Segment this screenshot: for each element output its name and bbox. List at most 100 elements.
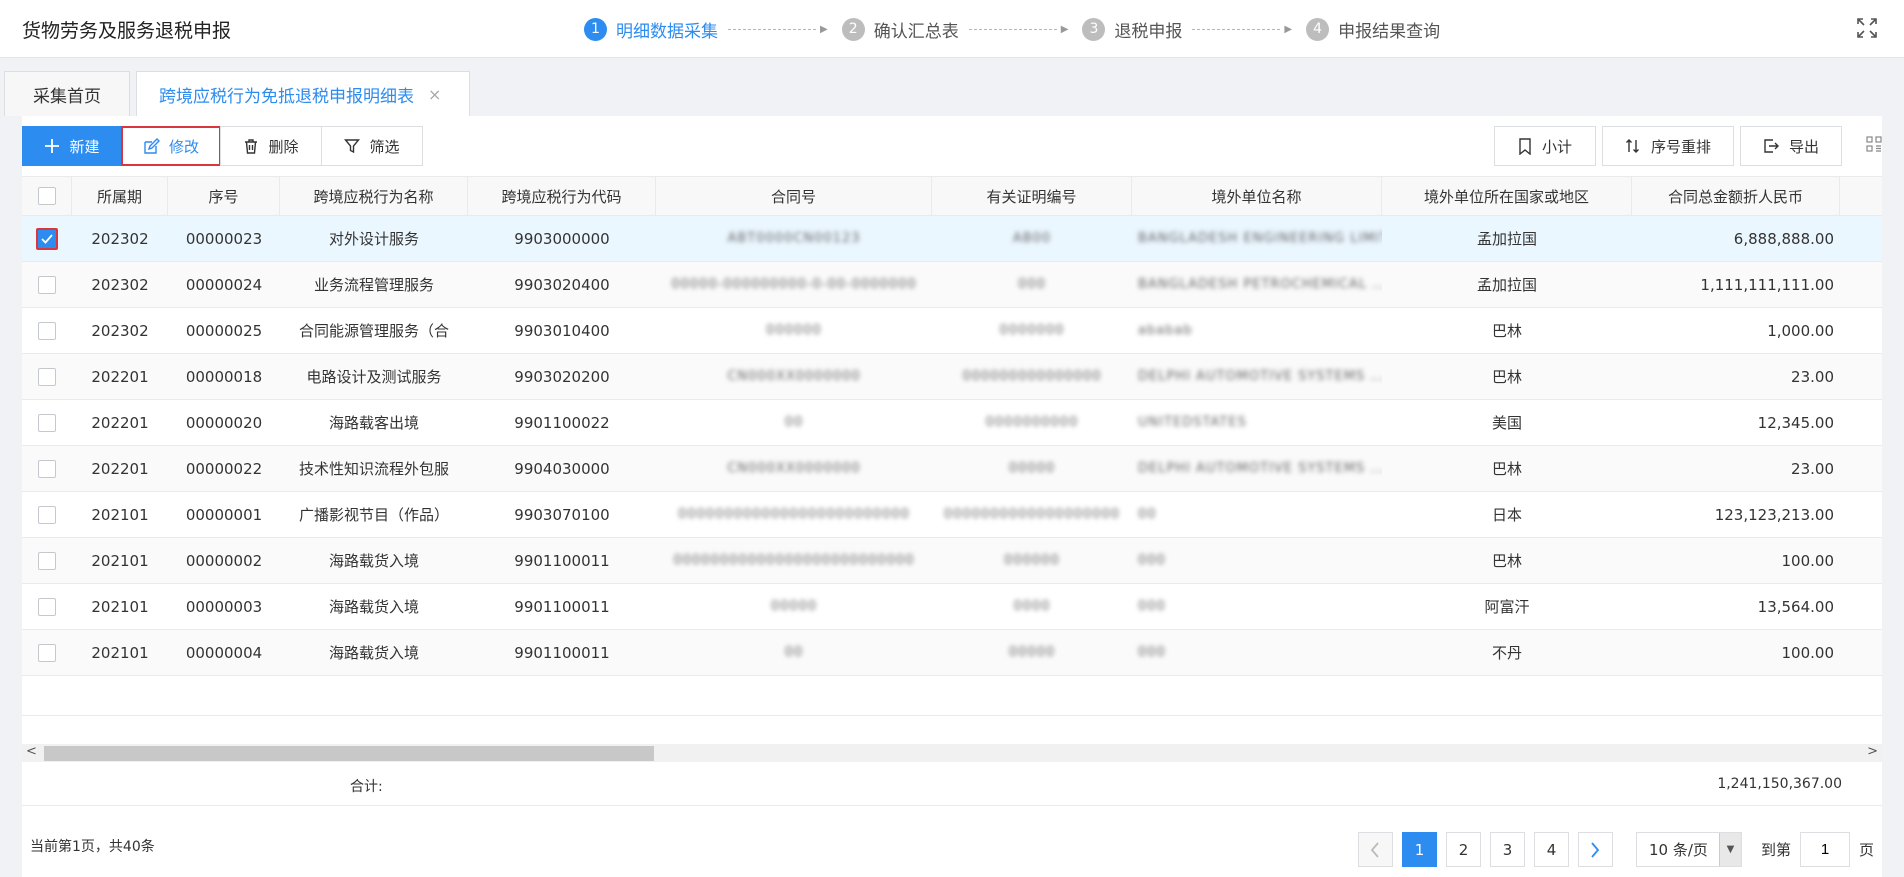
table-empty-space (22, 676, 1882, 716)
table-row[interactable]: 202302 00000023 对外设计服务 9903000000 ABT0000CN0… (22, 216, 1882, 262)
cell-text: 00 (784, 645, 804, 660)
cell-seq: 00000001 (168, 492, 280, 537)
row-checkbox[interactable] (38, 367, 56, 386)
cell-seq: 00000025 (168, 308, 280, 353)
row-checkbox[interactable] (38, 643, 56, 662)
column-header[interactable]: 所属期 (72, 177, 168, 215)
cell-seq: 00000002 (168, 538, 280, 583)
plus-icon (45, 139, 60, 153)
column-header[interactable]: 序号 (168, 177, 280, 215)
cell-text: 合同能源管理服务（合 (298, 322, 449, 340)
step-3[interactable]: 3 退税申报 (1082, 17, 1182, 42)
cell-text: BANGLADESH ENGINEERING LIMITED ... (1138, 231, 1382, 246)
page-2-button[interactable]: 2 (1445, 832, 1481, 867)
column-header[interactable]: 跨境应税行为代码 (468, 177, 656, 215)
cell-name: 电路设计及测试服务 (280, 354, 468, 399)
reorder-button[interactable]: 序号重排 (1602, 126, 1734, 166)
step-arrow-icon: ▶ (1060, 23, 1069, 35)
horizontal-scrollbar[interactable]: < > (22, 744, 1882, 762)
cell-text: 0000 (1013, 599, 1051, 614)
subtotal-button[interactable]: 小计 (1494, 126, 1596, 166)
row-checkbox[interactable] (38, 459, 56, 478)
table-header: 所属期 序号 跨境应税行为名称 跨境应税行为代码 合同号 有关证明编号 境外单位… (22, 176, 1882, 216)
row-select-cell (22, 492, 72, 537)
column-settings-icon[interactable] (1866, 136, 1882, 152)
cell-text: 13,564.00 (1757, 597, 1834, 616)
scroll-left-icon[interactable]: < (26, 744, 37, 759)
step-2[interactable]: 2 确认汇总表 (841, 17, 959, 42)
column-header[interactable]: 跨境应税行为名称 (280, 177, 468, 215)
close-icon[interactable]: × (428, 85, 441, 104)
page-4-button[interactable]: 4 (1533, 832, 1569, 867)
cell-contract: 00000-000000000-0-00-0000000 (656, 262, 932, 307)
cell-text: 202101 (91, 505, 149, 524)
page-size-select[interactable]: 10 条/页 ▼ (1635, 832, 1742, 867)
delete-button[interactable]: 删除 (220, 126, 322, 166)
export-button[interactable]: 导出 (1740, 126, 1842, 166)
step-4[interactable]: 4 申报结果查询 (1306, 17, 1440, 42)
column-header[interactable]: 合同号 (656, 177, 932, 215)
cell-cert: 00000 (932, 446, 1132, 491)
table-row[interactable]: 202101 00000004 海路载货入境 9901100011 00 00000 000… (22, 630, 1882, 676)
cell-entity: DELPHI AUTOMOTIVE SYSTEMS ... (1132, 354, 1382, 399)
table-row[interactable]: 202302 00000025 合同能源管理服务（合 9903010400 000000… (22, 308, 1882, 354)
page-3-button[interactable]: 3 (1489, 832, 1525, 867)
cell-entity: DELPHI AUTOMOTIVE SYSTEMS ... (1132, 446, 1382, 491)
table-row[interactable]: 202201 00000022 技术性知识流程外包服 9904030000 CN000X… (22, 446, 1882, 492)
cell-text: 日本 (1491, 506, 1522, 524)
cell-text: 23.00 (1791, 459, 1834, 478)
step-connector (968, 28, 1057, 30)
row-checkbox[interactable] (38, 413, 56, 432)
row-checkbox[interactable] (38, 321, 56, 340)
tab-collect-home[interactable]: 采集首页 (4, 71, 130, 116)
filter-button[interactable]: 筛选 (321, 126, 423, 166)
next-page-button[interactable] (1577, 832, 1613, 867)
cell-text: 9901100011 (514, 551, 610, 570)
row-select-cell (22, 308, 72, 353)
table-body: 202302 00000023 对外设计服务 9903000000 ABT0000CN0… (22, 216, 1882, 676)
cell-text: 9903020400 (514, 275, 610, 294)
scrollbar-thumb[interactable] (44, 746, 654, 761)
cell-code: 9901100011 (468, 584, 656, 629)
table-row[interactable]: 202201 00000020 海路载客出境 9901100022 00 00000000… (22, 400, 1882, 446)
column-header[interactable]: 合同总金额折人民币 (1632, 177, 1840, 215)
cell-country: 巴林 (1382, 538, 1632, 583)
table-row[interactable]: 202201 00000018 电路设计及测试服务 9903020200 CN000XX… (22, 354, 1882, 400)
goto-suffix: 页 (1858, 841, 1874, 859)
cell-period: 202302 (72, 216, 168, 261)
prev-page-button[interactable] (1357, 832, 1393, 867)
table-row[interactable]: 202101 00000001 广播影视节目（作品） 9903070100 000000… (22, 492, 1882, 538)
row-checkbox[interactable] (38, 505, 56, 524)
trash-icon (245, 139, 258, 154)
cell-text: 000000000000000 (962, 369, 1102, 384)
step-1[interactable]: 1 明细数据采集 (584, 17, 718, 42)
table-row[interactable]: 202101 00000003 海路载货入境 9901100011 00000 0000 0… (22, 584, 1882, 630)
tab-label: 采集首页 (33, 86, 101, 107)
table-row[interactable]: 202302 00000024 业务流程管理服务 9903020400 00000-00… (22, 262, 1882, 308)
cell-text: 202201 (91, 413, 149, 432)
row-checkbox[interactable] (38, 597, 56, 616)
column-header[interactable]: 境外单位所在国家或地区 (1382, 177, 1632, 215)
summary-label: 合计: (350, 779, 383, 795)
scroll-right-icon[interactable]: > (1867, 744, 1878, 759)
select-all-checkbox[interactable] (37, 187, 56, 205)
step-label: 明细数据采集 (616, 21, 718, 42)
cell-amount: 12,345.00 (1632, 400, 1840, 445)
tab-cross-border-detail[interactable]: 跨境应税行为免抵退税申报明细表 × (136, 71, 470, 117)
goto-page-input[interactable] (1799, 832, 1850, 867)
row-checkbox[interactable] (38, 551, 56, 570)
table-row[interactable]: 202101 00000002 海路载货入境 9901100011 0000000000… (22, 538, 1882, 584)
cell-country: 孟加拉国 (1382, 262, 1632, 307)
row-checkbox[interactable] (38, 275, 56, 294)
cell-text: 1,111,111,111.00 (1700, 275, 1834, 294)
column-header[interactable]: 境外单位名称 (1132, 177, 1382, 215)
row-checkbox[interactable] (36, 227, 58, 250)
fullscreen-icon[interactable] (1856, 17, 1878, 39)
edit-button[interactable]: 修改 (121, 126, 221, 166)
cell-cert: 00000 (932, 630, 1132, 675)
column-header[interactable]: 有关证明编号 (932, 177, 1132, 215)
page-1-button[interactable]: 1 (1401, 832, 1437, 867)
new-button[interactable]: 新建 (22, 126, 122, 166)
chevron-left-icon (1371, 841, 1380, 858)
cell-spacer (1840, 630, 1882, 675)
